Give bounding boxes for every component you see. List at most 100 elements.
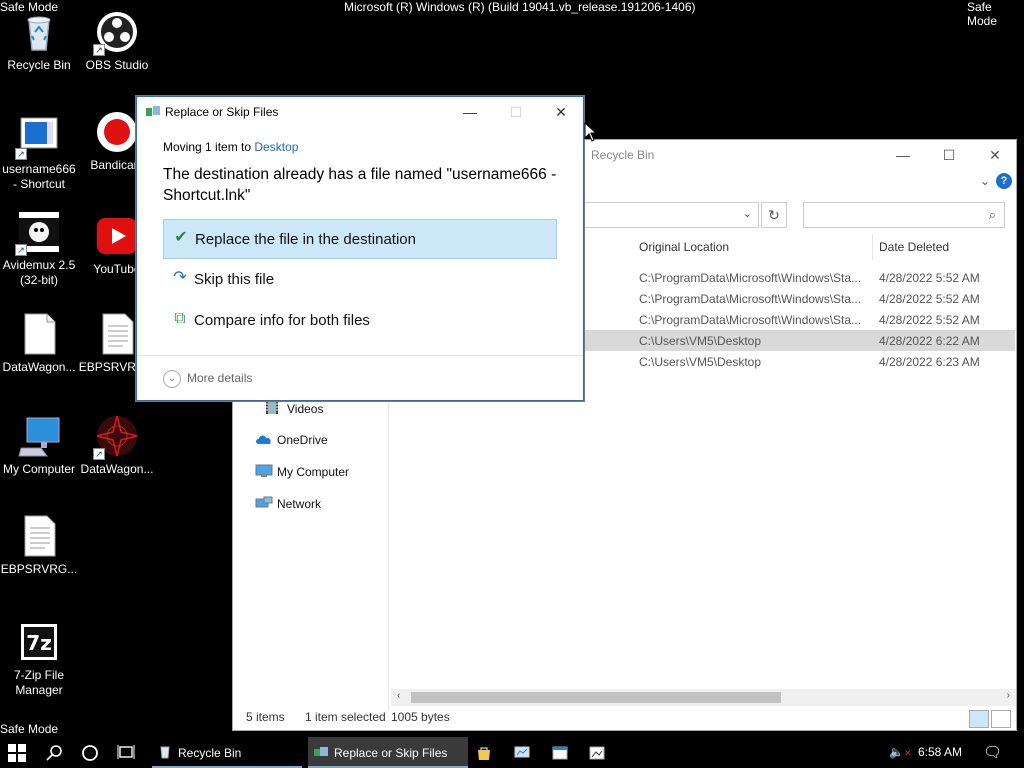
safe-mode-label-top-right: Safe Mode [967, 0, 998, 28]
status-size: 1005 bytes [391, 710, 450, 724]
scroll-right-icon[interactable]: › [1007, 690, 1010, 701]
start-button[interactable] [8, 737, 30, 768]
recycle-bin-icon [158, 745, 172, 759]
shortcut-arrow-icon: ↗ [93, 448, 105, 460]
dialog-minimize-button[interactable]: — [447, 97, 493, 127]
details-view-button[interactable] [969, 710, 989, 728]
file-move-icon [146, 106, 160, 118]
desktop-icon-ebpsrvrg-2[interactable]: EBPSRVRG... [0, 514, 78, 577]
scroll-left-icon[interactable]: ‹ [397, 690, 400, 701]
skip-option-button[interactable]: ↷ Skip this file [163, 260, 557, 300]
desktop-icon-obs[interactable]: ↗ OBS Studio [78, 10, 156, 73]
window-app-icon [552, 746, 568, 760]
taskbar: Recycle Bin Replace or Skip Files 🔈✕ 6:5… [0, 737, 1024, 768]
row-location: C:\ProgramData\Microsoft\Windows\Sta... [639, 313, 862, 327]
pinned-app-button-2[interactable] [552, 737, 572, 768]
refresh-button[interactable]: ↻ [761, 202, 787, 228]
scrollbar-thumb[interactable] [411, 692, 781, 703]
row-location: C:\Users\VM5\Desktop [639, 334, 762, 348]
more-details-button[interactable]: ⌄ More details [163, 370, 252, 388]
desktop-icon-my-computer[interactable]: My Computer [0, 414, 78, 477]
desktop-icon-avidemux[interactable]: ↗ Avidemux 2.5 (32-bit) [0, 210, 78, 288]
desktop-icon-recycle-bin[interactable]: Recycle Bin [0, 10, 78, 73]
desktop-icon-datawagon-app[interactable]: ↗ DataWagon... [78, 414, 156, 477]
shortcut-arrow-icon: ↗ [15, 244, 27, 256]
status-item-count: 5 items [246, 710, 285, 724]
desktop-icon-label: EBPSRVRG... [0, 562, 78, 576]
column-divider[interactable] [872, 234, 873, 260]
destination-link[interactable]: Desktop [254, 140, 298, 154]
store-icon [478, 747, 490, 760]
file-icon [17, 312, 61, 356]
desktop-icon-label: Avidemux 2.5 (32-bit) [2, 258, 76, 287]
minimize-button[interactable]: — [880, 140, 926, 170]
cortana-circle-icon [82, 745, 98, 761]
clock[interactable]: 6:58 AM [918, 745, 962, 759]
table-row[interactable]: C:\ProgramData\Microsoft\Windows\Sta... … [585, 267, 1015, 288]
column-header-date-deleted[interactable]: Date Deleted [879, 240, 949, 254]
windows-logo-icon [8, 744, 26, 762]
network-icon [255, 496, 273, 510]
pinned-app-button-3[interactable] [589, 737, 609, 768]
row-location: C:\ProgramData\Microsoft\Windows\Sta... [639, 271, 862, 285]
dialog-maximize-button: ☐ [509, 104, 523, 120]
search-button[interactable] [46, 737, 66, 768]
taskbar-item-recycle-bin[interactable]: Recycle Bin [152, 737, 302, 768]
monitor-chart-icon [514, 746, 530, 758]
moving-status: Moving 1 item to Desktop [163, 140, 298, 154]
compare-files-icon: ⧉ [174, 310, 186, 327]
recycle-bin-icon [17, 10, 61, 54]
taskbar-item-replace-or-skip[interactable]: Replace or Skip Files [308, 737, 468, 768]
shortcut-arrow-icon: ↗ [93, 44, 105, 56]
desktop-icon-datawagon-file[interactable]: DataWagon... [0, 312, 78, 375]
desktop-icon-label: 7-Zip File Manager [13, 668, 64, 697]
search-icon: ⌕ [988, 207, 996, 222]
cortana-button[interactable] [81, 737, 101, 768]
chevron-down-icon[interactable]: ⌄ [980, 174, 990, 188]
table-row[interactable]: C:\ProgramData\Microsoft\Windows\Sta... … [585, 309, 1015, 330]
chevron-down-icon[interactable]: ⌄ [743, 207, 752, 220]
os-build-text: Microsoft (R) Windows (R) (Build 19041.v… [344, 0, 696, 14]
computer-icon [255, 464, 273, 478]
row-location: C:\Users\VM5\Desktop [639, 355, 762, 369]
row-date: 4/28/2022 6:23 AM [879, 355, 980, 369]
file-move-icon [314, 745, 328, 759]
cloud-icon [255, 432, 273, 446]
status-selected: 1 item selected [305, 710, 386, 724]
skip-arrow-icon: ↷ [173, 269, 187, 286]
large-icons-view-button[interactable] [991, 710, 1011, 728]
search-input[interactable]: ⌕ [803, 202, 1005, 228]
table-row[interactable]: C:\Users\VM5\Desktop 4/28/2022 6:23 AM [585, 351, 1015, 372]
chevron-down-icon: ⌄ [163, 370, 181, 388]
table-row[interactable]: C:\ProgramData\Microsoft\Windows\Sta... … [585, 288, 1015, 309]
desktop-icon-username-shortcut[interactable]: ↗ username666 - Shortcut [0, 114, 78, 192]
computer-icon [17, 414, 61, 458]
desktop-icon-7zip[interactable]: 7z 7-Zip File Manager [0, 620, 78, 698]
avidemux-icon: ↗ [15, 210, 61, 256]
dialog-close-button[interactable]: ✕ [538, 97, 584, 127]
help-icon[interactable]: ? [996, 173, 1012, 189]
moving-prefix: Moving 1 item to [163, 140, 252, 154]
notifications-icon[interactable]: 🗨 [983, 743, 1002, 761]
close-button[interactable]: ✕ [972, 140, 1018, 170]
shortcut-icon: ↗ [15, 114, 61, 160]
document-icon [95, 312, 139, 356]
youtube-icon [95, 214, 139, 258]
task-view-button[interactable] [117, 737, 137, 768]
compare-option-label: Compare info for both files [194, 312, 370, 329]
safe-mode-label-bottom-left: Safe Mode [0, 722, 59, 736]
store-pinned-button[interactable] [476, 737, 496, 768]
7zip-icon: 7z [17, 620, 61, 664]
compare-option-button[interactable]: ⧉ Compare info for both files [163, 301, 557, 341]
column-header-original-location[interactable]: Original Location [639, 240, 729, 254]
row-location: C:\ProgramData\Microsoft\Windows\Sta... [639, 292, 862, 306]
maximize-button[interactable]: ☐ [926, 140, 972, 170]
svg-text:7z: 7z [26, 631, 52, 655]
obs-icon: ↗ [93, 10, 139, 56]
search-icon [46, 745, 62, 761]
address-bar[interactable]: ⌄ [583, 202, 759, 228]
volume-muted-icon[interactable]: 🔈✕ [889, 745, 912, 759]
pinned-app-button-1[interactable] [514, 737, 534, 768]
table-row-selected[interactable]: C:\Users\VM5\Desktop 4/28/2022 6:22 AM [585, 330, 1015, 351]
replace-option-button[interactable]: ✔ Replace the file in the destination [163, 219, 557, 259]
